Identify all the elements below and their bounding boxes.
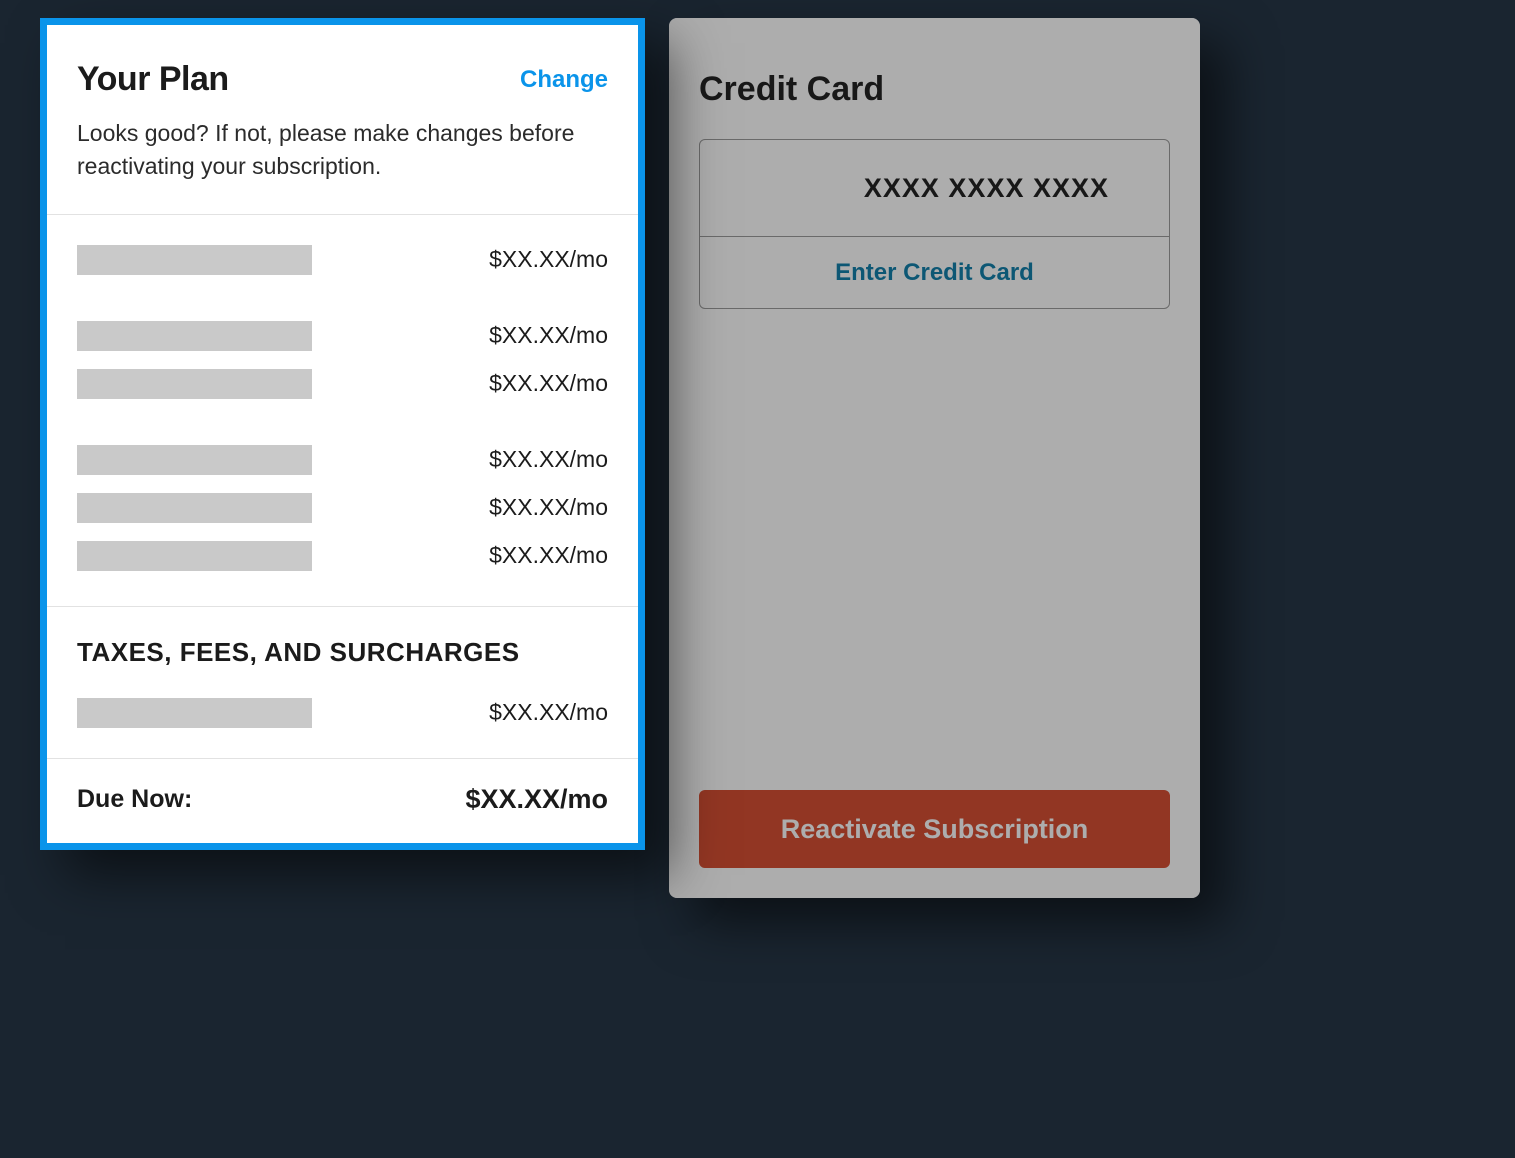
change-plan-link[interactable]: Change xyxy=(520,66,608,94)
line-item-price: $XX.XX/mo xyxy=(489,246,608,273)
placeholder-label xyxy=(77,245,312,275)
plan-panel: Your Plan Change Looks good? If not, ple… xyxy=(40,18,645,850)
line-item: $XX.XX/mo xyxy=(77,445,608,475)
placeholder-label xyxy=(77,445,312,475)
tax-item-price: $XX.XX/mo xyxy=(489,699,608,726)
credit-card-masked-number: XXXX XXXX XXXX xyxy=(700,140,1169,236)
line-item-price: $XX.XX/mo xyxy=(489,370,608,397)
tax-line-item: $XX.XX/mo xyxy=(77,698,608,728)
due-now-value: $XX.XX/mo xyxy=(465,784,608,815)
enter-credit-card-button[interactable]: Enter Credit Card xyxy=(700,236,1169,308)
placeholder-label xyxy=(77,369,312,399)
reactivate-subscription-button[interactable]: Reactivate Subscription xyxy=(699,790,1170,868)
due-now-label: Due Now: xyxy=(77,785,192,814)
line-item-price: $XX.XX/mo xyxy=(489,446,608,473)
line-item: $XX.XX/mo xyxy=(77,493,608,523)
line-item-price: $XX.XX/mo xyxy=(489,322,608,349)
credit-card-heading: Credit Card xyxy=(699,70,1170,109)
taxes-heading: TAXES, FEES, AND SURCHARGES xyxy=(77,637,608,668)
line-item: $XX.XX/mo xyxy=(77,245,608,275)
divider xyxy=(47,758,638,759)
line-items: $XX.XX/mo $XX.XX/mo $XX.XX/mo $XX.XX/mo … xyxy=(77,245,608,571)
credit-card-box: XXXX XXXX XXXX Enter Credit Card xyxy=(699,139,1170,309)
placeholder-label xyxy=(77,493,312,523)
plan-subtitle: Looks good? If not, please make changes … xyxy=(77,117,608,184)
line-item: $XX.XX/mo xyxy=(77,321,608,351)
placeholder-label xyxy=(77,698,312,728)
divider xyxy=(47,214,638,215)
placeholder-label xyxy=(77,321,312,351)
line-item: $XX.XX/mo xyxy=(77,369,608,399)
line-item-price: $XX.XX/mo xyxy=(489,494,608,521)
placeholder-label xyxy=(77,541,312,571)
line-item: $XX.XX/mo xyxy=(77,541,608,571)
line-item-price: $XX.XX/mo xyxy=(489,542,608,569)
plan-title: Your Plan xyxy=(77,60,229,99)
divider xyxy=(47,606,638,607)
credit-card-panel: Credit Card XXXX XXXX XXXX Enter Credit … xyxy=(669,18,1200,898)
